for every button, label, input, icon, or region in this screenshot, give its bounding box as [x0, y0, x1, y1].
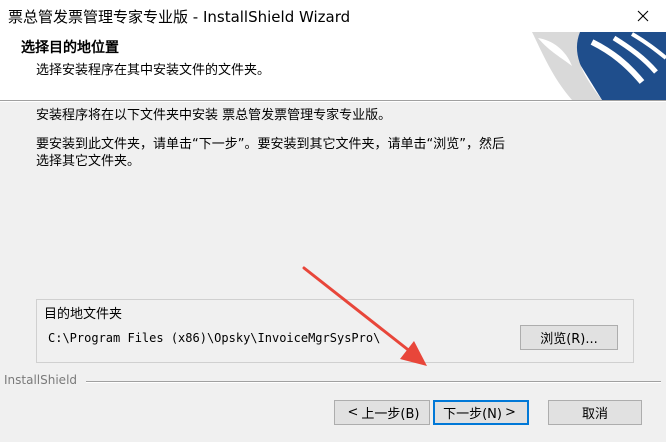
close-button[interactable]: [620, 0, 666, 32]
next-button[interactable]: 下一步(N) >: [433, 400, 529, 425]
browse-button[interactable]: 浏览(R)...: [520, 325, 618, 350]
close-icon: [637, 10, 649, 22]
window-title: 票总管发票管理专家专业版 - InstallShield Wizard: [8, 8, 351, 26]
info-line-3: 选择其它文件夹。: [36, 154, 141, 169]
footer-divider-highlight: [86, 382, 661, 383]
destination-group-label: 目的地文件夹: [44, 307, 123, 322]
back-button-label: 上一步(B): [361, 407, 420, 422]
installshield-logo: [532, 32, 666, 100]
info-line-1: 安装程序将在以下文件夹中安装 票总管发票管理专家专业版。: [36, 108, 392, 123]
chevron-left-icon: <: [347, 405, 359, 420]
info-line-2: 要安装到此文件夹，请单击“下一步”。要安装到其它文件夹，请单击“浏览”，然后: [36, 137, 505, 152]
next-button-label: 下一步(N): [443, 407, 502, 422]
title-bar[interactable]: 票总管发票管理专家专业版 - InstallShield Wizard: [0, 0, 666, 32]
wizard-header: 选择目的地位置 选择安装程序在其中安装文件的文件夹。: [0, 32, 666, 100]
cancel-button[interactable]: 取消: [548, 400, 642, 425]
header-subtitle: 选择安装程序在其中安装文件的文件夹。: [36, 63, 271, 78]
installshield-brand: InstallShield: [4, 373, 78, 387]
back-button[interactable]: < 上一步(B): [334, 400, 430, 425]
destination-path: C:\Program Files (x86)\Opsky\InvoiceMgrS…: [48, 331, 381, 345]
header-title: 选择目的地位置: [21, 40, 119, 56]
chevron-right-icon: >: [504, 405, 516, 420]
header-divider-highlight: [0, 101, 666, 102]
